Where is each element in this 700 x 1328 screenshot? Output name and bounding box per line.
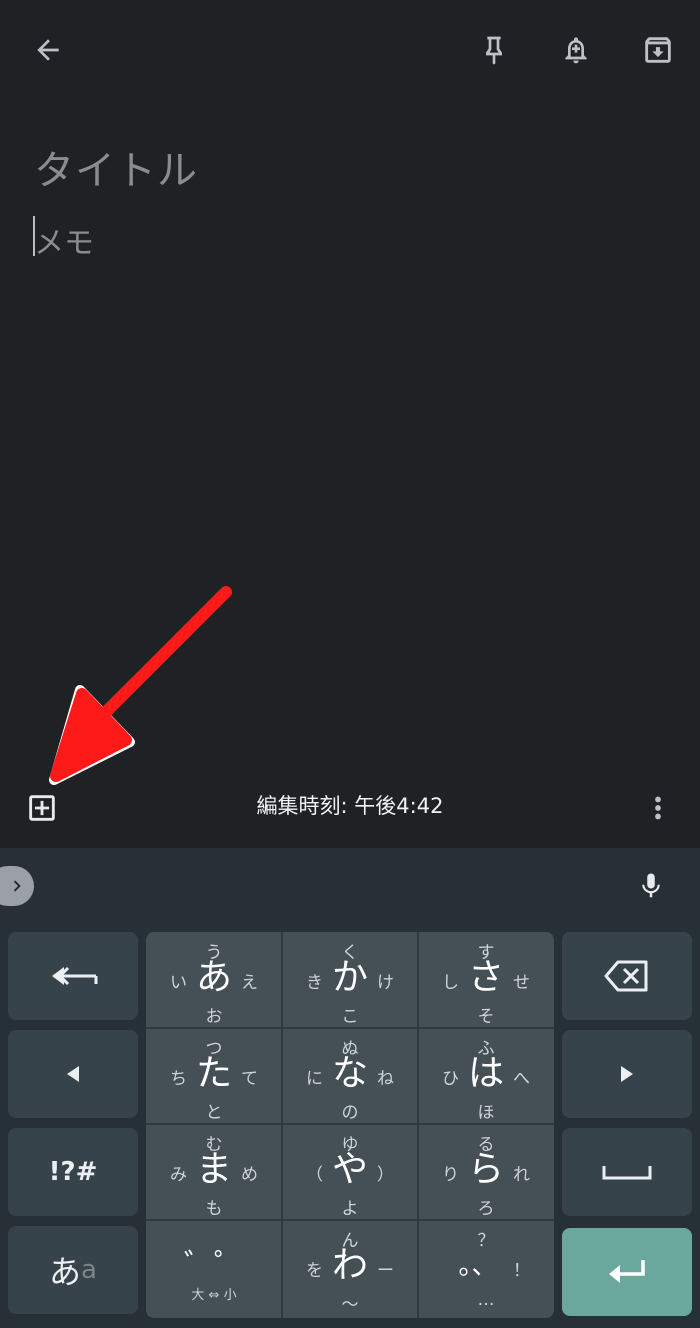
symbols-key-label: !?# bbox=[48, 1157, 98, 1187]
kana-main: あ bbox=[195, 957, 232, 998]
input-mode-key[interactable]: あa bbox=[8, 1226, 138, 1314]
space-key[interactable] bbox=[562, 1128, 692, 1216]
more-options-button[interactable] bbox=[636, 786, 680, 830]
flick-down: 大 ⇔ 小 bbox=[191, 1288, 237, 1303]
archive-button[interactable] bbox=[632, 26, 684, 74]
triangle-right-icon bbox=[621, 1066, 633, 1082]
space-icon bbox=[602, 1166, 652, 1180]
symbols-key[interactable]: !?# bbox=[8, 1128, 138, 1216]
flick-down: の bbox=[341, 1103, 359, 1123]
kana-main: は bbox=[467, 1053, 504, 1094]
kana-key-ma[interactable]: む み ま め も bbox=[146, 1124, 282, 1220]
kana-key-ha[interactable]: ふ ひ は へ ほ bbox=[418, 1028, 554, 1124]
chevron-right-icon bbox=[13, 880, 21, 892]
kana-flick-grid: う い あ え お く き か け こ す し さ せ そ つ ち た て と bbox=[146, 932, 554, 1318]
reminder-button[interactable] bbox=[550, 26, 602, 74]
pin-icon bbox=[486, 36, 502, 65]
voice-input-button[interactable] bbox=[628, 864, 674, 908]
enter-key[interactable] bbox=[562, 1228, 692, 1316]
undo-key[interactable] bbox=[8, 932, 138, 1020]
title-field[interactable]: タイトル bbox=[34, 138, 198, 196]
dakuten-key[interactable]: ゛゜ 大 ⇔ 小 bbox=[146, 1220, 282, 1316]
note-editor: タイトル メモ 編集時刻: 午後4:42 bbox=[0, 0, 700, 848]
kana-key-a[interactable]: う い あ え お bbox=[146, 932, 282, 1028]
kana-main: や bbox=[331, 1149, 368, 1190]
kana-key-na[interactable]: ぬ に な ね の bbox=[282, 1028, 418, 1124]
flick-right: え bbox=[241, 973, 258, 993]
flick-down: そ bbox=[477, 1007, 495, 1027]
flick-right: れ bbox=[513, 1165, 530, 1185]
flick-down: こ bbox=[341, 1007, 359, 1027]
kana-key-ka[interactable]: く き か け こ bbox=[282, 932, 418, 1028]
kana-main: な bbox=[331, 1053, 368, 1094]
kana-main: 。、 bbox=[458, 1251, 498, 1281]
flick-down: ほ bbox=[477, 1103, 495, 1123]
backspace-icon bbox=[604, 960, 648, 992]
flick-right: ー bbox=[377, 1261, 394, 1281]
microphone-icon bbox=[642, 873, 660, 898]
kana-key-sa[interactable]: す し さ せ そ bbox=[418, 932, 554, 1028]
kana-key-wa[interactable]: ん を わ ー ～ bbox=[282, 1220, 418, 1316]
kana-main: ら bbox=[467, 1149, 504, 1190]
flick-right: ね bbox=[377, 1069, 394, 1089]
pin-button[interactable] bbox=[468, 26, 520, 74]
flick-right: へ bbox=[513, 1069, 530, 1089]
flick-down: と bbox=[205, 1103, 223, 1123]
reminder-bell-icon bbox=[565, 37, 587, 64]
flick-right: ） bbox=[377, 1165, 394, 1185]
undo-arrow-icon bbox=[52, 966, 98, 986]
flick-down: ～ bbox=[341, 1295, 359, 1315]
kana-key-ta[interactable]: つ ち た て と bbox=[146, 1028, 282, 1124]
flick-right: ！ bbox=[513, 1261, 530, 1281]
kana-main: た bbox=[195, 1053, 232, 1094]
more-vert-icon bbox=[655, 796, 661, 820]
memo-field[interactable]: メモ bbox=[34, 218, 94, 262]
enter-icon bbox=[609, 1260, 645, 1283]
kana-main: さ bbox=[467, 957, 504, 998]
cursor-left-key[interactable] bbox=[8, 1030, 138, 1118]
annotation-arrow bbox=[49, 586, 232, 785]
kana-main: ま bbox=[195, 1149, 232, 1190]
kana-main: わ bbox=[331, 1245, 368, 1286]
flick-down: も bbox=[205, 1199, 223, 1219]
cursor-right-key[interactable] bbox=[562, 1030, 692, 1118]
punctuation-key[interactable]: ？ 。、 ！ … bbox=[418, 1220, 554, 1316]
keyboard-expand-button[interactable] bbox=[0, 866, 34, 906]
flick-down: よ bbox=[341, 1199, 359, 1219]
flick-right: せ bbox=[513, 973, 530, 993]
flick-down: … bbox=[477, 1290, 495, 1310]
triangle-left-icon bbox=[67, 1066, 79, 1082]
flick-down: ろ bbox=[477, 1199, 495, 1219]
flick-right: て bbox=[241, 1069, 258, 1089]
input-mode-main-label: あ bbox=[49, 1253, 82, 1291]
flick-right: め bbox=[241, 1165, 258, 1185]
input-mode-sub-label: a bbox=[81, 1255, 97, 1285]
flick-right: け bbox=[377, 973, 394, 993]
kana-main: ゛゜ bbox=[184, 1248, 244, 1283]
kana-main: か bbox=[331, 957, 368, 998]
back-arrow-icon bbox=[37, 39, 59, 61]
backspace-key[interactable] bbox=[562, 932, 692, 1020]
kana-key-ra[interactable]: る り ら れ ろ bbox=[418, 1124, 554, 1220]
keyboard-toolbar bbox=[0, 848, 700, 924]
archive-icon bbox=[645, 37, 671, 63]
kana-key-ya[interactable]: ゆ （ や ） よ bbox=[282, 1124, 418, 1220]
back-button[interactable] bbox=[22, 26, 74, 74]
edited-time-label: 編集時刻: 午後4:42 bbox=[256, 794, 444, 818]
japanese-keyboard: !?# あa う い あ え お く き か け こ す し さ せ そ つ ち… bbox=[0, 848, 700, 1328]
flick-down: お bbox=[205, 1007, 223, 1027]
